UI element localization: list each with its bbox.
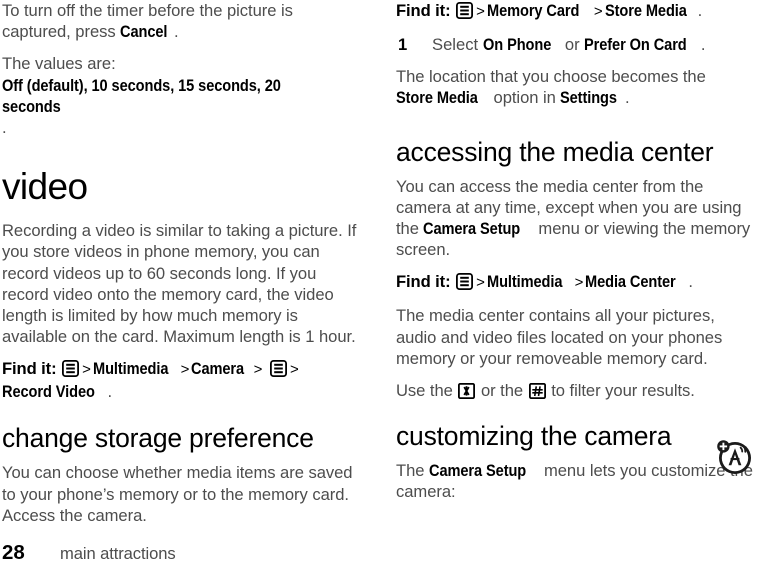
findit-label: Find it: bbox=[2, 359, 57, 379]
findit-separator: > bbox=[253, 361, 263, 379]
findit-label: Find it: bbox=[396, 272, 451, 292]
text-run: The bbox=[396, 461, 430, 481]
text-run: or the bbox=[476, 381, 528, 401]
heading-video: video bbox=[2, 166, 88, 208]
heading-change-storage-preference: change storage preference bbox=[2, 423, 314, 454]
text-run: option in bbox=[488, 88, 561, 108]
findit-record-video: Find it: > Multimedia > Camera > >Record Vid… bbox=[2, 358, 358, 403]
emphasis-prefer-on-card: Prefer On Card bbox=[584, 35, 687, 54]
findit-media-center: Find it: > Multimedia > Media Center. bbox=[396, 271, 754, 294]
paragraph-filter: Use the or the to filter your results. bbox=[396, 380, 754, 401]
menu-key-icon bbox=[270, 360, 288, 378]
findit-item: Media Center bbox=[585, 272, 676, 292]
footer-chapter-name: main attractions bbox=[60, 544, 176, 563]
findit-separator: > bbox=[574, 274, 584, 292]
paragraph-storage: You can choose whether media items are s… bbox=[2, 463, 353, 525]
findit-trailing: . bbox=[688, 272, 693, 292]
findit-label: Find it: bbox=[396, 1, 451, 20]
findit-item: Multimedia bbox=[486, 272, 563, 292]
findit-item: Store Media bbox=[604, 1, 687, 20]
paragraph-customize: The Camera Setup menu lets you customize… bbox=[396, 460, 754, 502]
findit-separator: > bbox=[476, 274, 485, 292]
findit-store-media: Find it: > Memory Card > Store Media. bbox=[396, 0, 754, 23]
text-run: Use the bbox=[396, 381, 458, 401]
manual-page: To turn off the timer before the picture… bbox=[0, 0, 757, 567]
findit-separator: > bbox=[593, 3, 603, 20]
emphasis-camera-setup: Camera Setup bbox=[429, 461, 527, 481]
text-run: . bbox=[700, 35, 706, 54]
paragraph-location: The location that you choose becomes the… bbox=[396, 66, 754, 108]
findit-separator: > bbox=[82, 361, 91, 379]
text-run: to filter your results. bbox=[546, 381, 695, 401]
antenna-accessibility-icon bbox=[711, 434, 755, 478]
findit-item: Multimedia bbox=[92, 359, 169, 379]
findit-item: Memory Card bbox=[486, 1, 580, 20]
findit-item: Camera bbox=[191, 359, 245, 379]
emphasis-timer-values: Off (default), 10 seconds, 15 seconds, 2… bbox=[2, 75, 281, 116]
emphasis-settings: Settings bbox=[560, 88, 618, 108]
menu-key-icon bbox=[456, 2, 474, 19]
paragraph-contains: The media center contains all your pictu… bbox=[396, 306, 723, 368]
heading-customizing-camera: customizing the camera bbox=[396, 421, 672, 452]
paragraph-access: You can access the media center from the… bbox=[396, 176, 754, 261]
paragraph-timer: To turn off the timer before the picture… bbox=[2, 0, 358, 42]
findit-separator: > bbox=[290, 361, 299, 379]
findit-separator: > bbox=[476, 3, 485, 20]
paragraph-values: The values are: Off (default), 10 second… bbox=[2, 53, 358, 138]
text-run: Select bbox=[432, 35, 483, 54]
text-run: . bbox=[625, 88, 630, 108]
text-run: . bbox=[174, 22, 179, 42]
page-footer: 28 main attractions bbox=[2, 542, 176, 565]
heading-accessing-media-center: accessing the media center bbox=[396, 136, 714, 167]
right-column: Find it: > Memory Card > Store Media. 1 Sele… bbox=[396, 0, 754, 514]
text-run: The values are: bbox=[2, 54, 116, 74]
menu-key-icon bbox=[62, 360, 80, 378]
step-number: 1 bbox=[398, 35, 408, 54]
left-column: To turn off the timer before the picture… bbox=[2, 0, 358, 537]
pound-key-icon bbox=[528, 383, 546, 400]
findit-item: Record Video bbox=[2, 382, 95, 402]
emphasis-camera-setup: Camera Setup bbox=[423, 219, 521, 239]
emphasis-on-phone: On Phone bbox=[482, 35, 551, 54]
text-run: . bbox=[2, 118, 7, 138]
findit-trailing: . bbox=[107, 382, 113, 402]
findit-trailing: . bbox=[697, 1, 703, 20]
page-number: 28 bbox=[2, 541, 25, 564]
emphasis-cancel: Cancel bbox=[120, 22, 168, 42]
findit-separator: > bbox=[180, 361, 190, 379]
emphasis-store-media: Store Media bbox=[396, 88, 478, 108]
star-key-icon bbox=[458, 383, 476, 400]
paragraph-recording: Recording a video is similar to taking a… bbox=[2, 221, 357, 347]
menu-key-icon bbox=[456, 273, 474, 291]
step-item-1: 1 Select On Phone or Prefer On Card. bbox=[396, 34, 754, 55]
text-run: The location that you choose becomes the bbox=[396, 67, 706, 87]
text-run: or bbox=[560, 35, 585, 54]
